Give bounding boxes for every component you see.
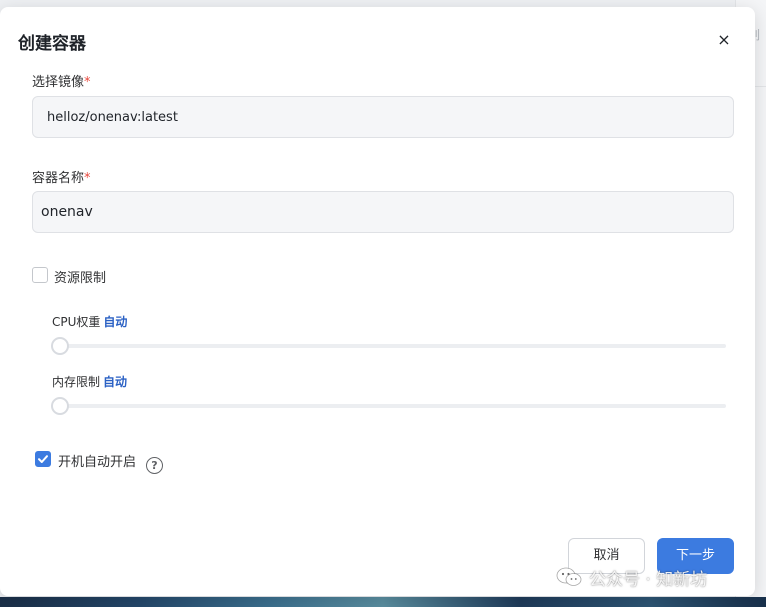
required-mark: * <box>84 171 91 186</box>
autostart-checkbox[interactable] <box>35 451 51 467</box>
required-mark: * <box>84 75 91 90</box>
watermark-text: 公众号 · 知新坊 <box>589 570 708 590</box>
image-label: 选择镜像* <box>32 71 91 90</box>
cpu-weight-label-text: CPU权重 <box>52 315 101 329</box>
cpu-weight-slider-thumb[interactable] <box>51 337 69 355</box>
check-icon <box>38 455 48 463</box>
close-button[interactable]: × <box>713 29 735 51</box>
create-container-dialog: 创建容器 × 选择镜像* 容器名称* 资源限制 CPU权重自动 内存限制自动 开… <box>0 7 755 596</box>
memory-limit-label-text: 内存限制 <box>52 375 101 389</box>
memory-limit-slider-rail <box>51 404 726 408</box>
image-input[interactable] <box>32 96 734 138</box>
cpu-weight-slider[interactable] <box>51 337 726 355</box>
memory-limit-label: 内存限制 自动 <box>52 373 127 390</box>
resource-limit-checkbox[interactable] <box>32 267 48 283</box>
help-icon[interactable]: ? <box>146 457 163 474</box>
autostart-label: 开机自动开启 <box>58 455 137 470</box>
memory-limit-slider[interactable] <box>51 397 726 415</box>
memory-limit-auto-text: 自动 <box>103 375 128 389</box>
cpu-weight-label: CPU权重 自动 <box>52 313 127 330</box>
resource-limit-label: 资源限制 <box>54 271 107 286</box>
cpu-weight-slider-rail <box>51 344 726 348</box>
desktop-wallpaper <box>0 597 766 607</box>
cpu-weight-auto-text: 自动 <box>103 315 128 329</box>
container-name-label-text: 容器名称 <box>32 171 85 186</box>
image-label-text: 选择镜像 <box>32 75 85 90</box>
container-name-input[interactable] <box>32 191 734 233</box>
memory-limit-slider-thumb[interactable] <box>51 397 69 415</box>
wechat-icon <box>556 567 582 586</box>
close-icon: × <box>717 30 731 49</box>
container-name-label: 容器名称* <box>32 167 91 186</box>
dialog-title: 创建容器 <box>18 34 86 54</box>
